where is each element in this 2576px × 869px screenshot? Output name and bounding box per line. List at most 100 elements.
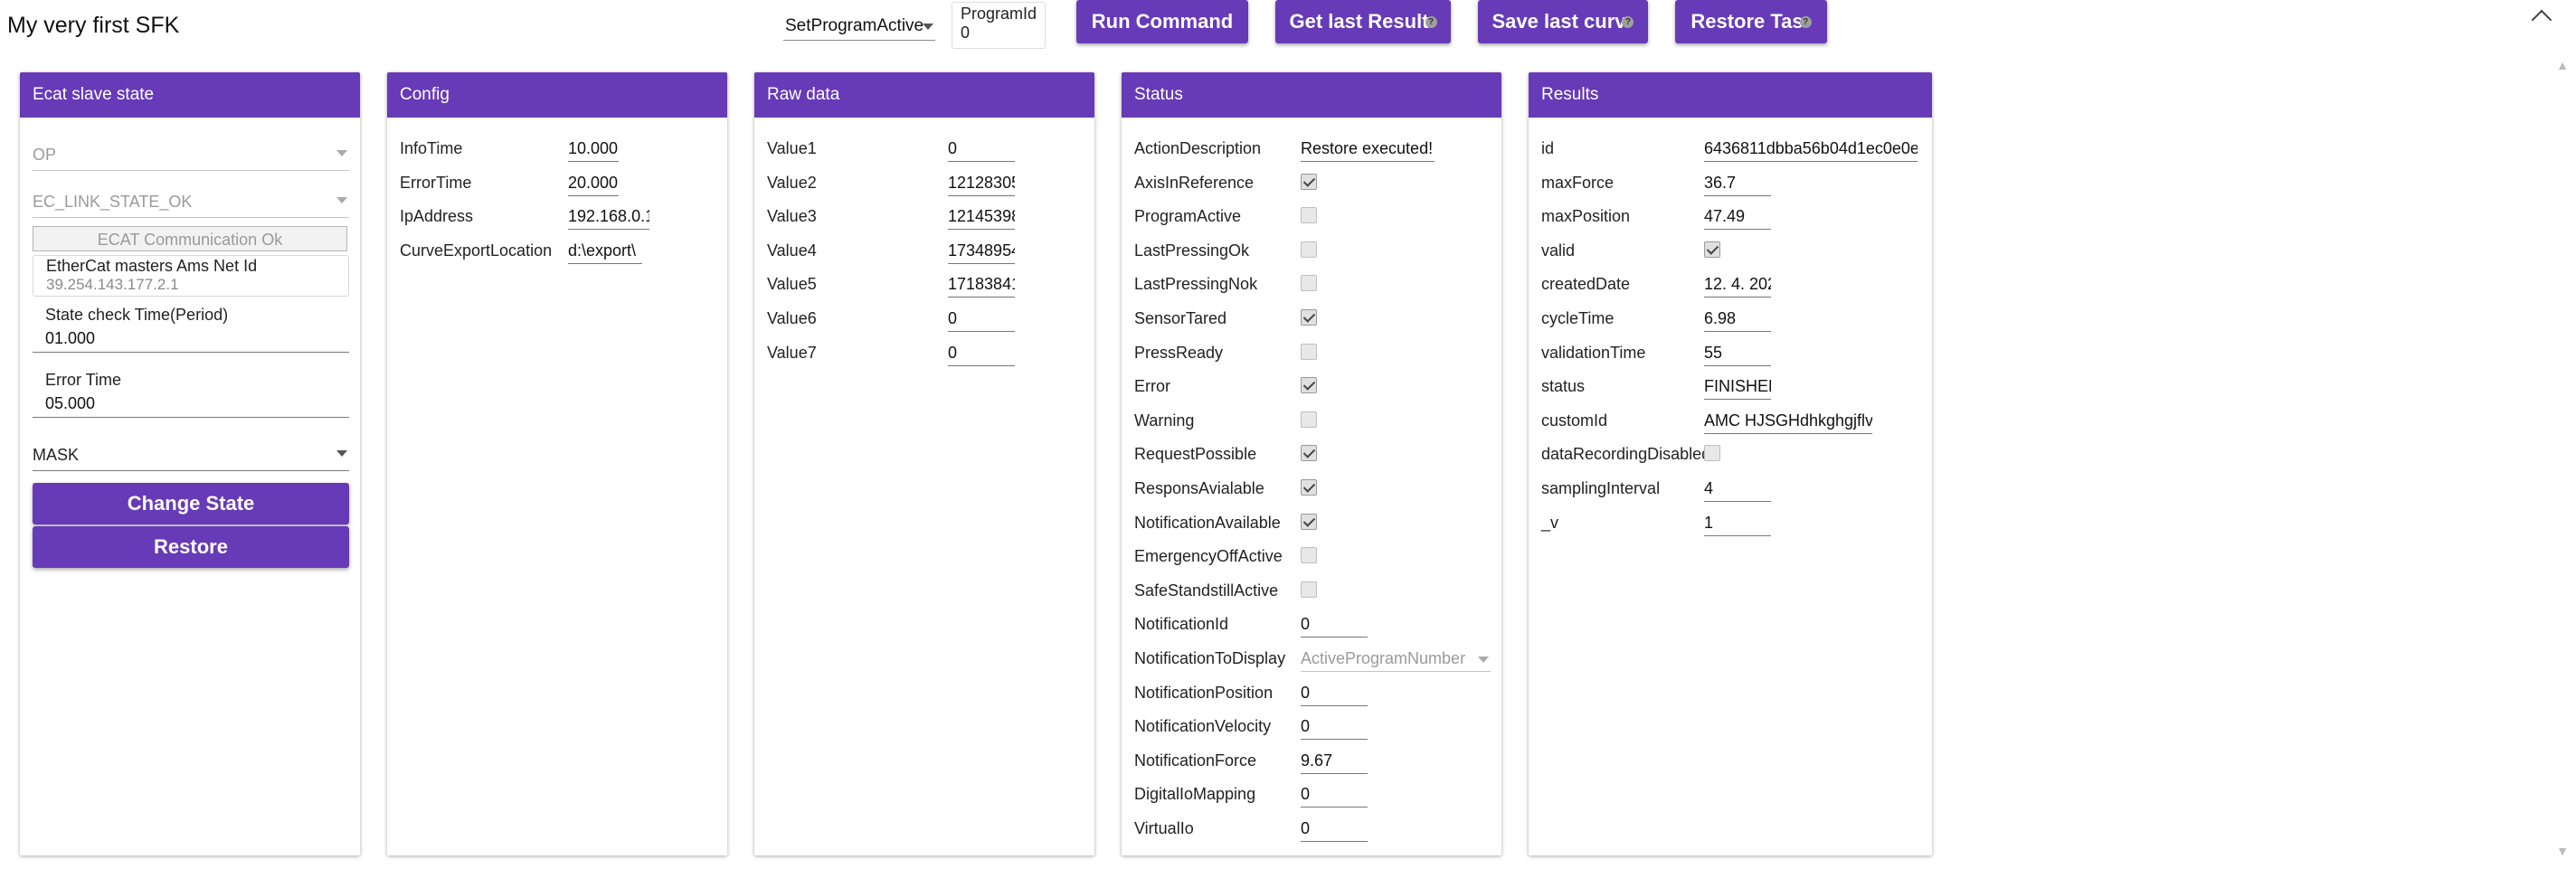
app-title: My very first SFK: [7, 13, 180, 38]
config-row-value[interactable]: 20.000: [568, 170, 619, 196]
raw-row-value[interactable]: 1214539883: [948, 203, 1015, 231]
raw-row-key: Value7: [767, 343, 817, 362]
raw-row: Value3 1214539883: [754, 200, 1094, 232]
error-time-value: 05.000: [33, 390, 349, 418]
ecat-link-select[interactable]: EC_LINK_STATE_OK: [33, 186, 349, 218]
config-card-title: Config: [387, 72, 727, 118]
results-row-value[interactable]: 4: [1704, 476, 1771, 502]
config-row-value[interactable]: 192.168.0.1: [568, 203, 649, 231]
raw-row-value[interactable]: 0: [948, 340, 1015, 366]
status-row-checkbox[interactable]: [1301, 343, 1317, 360]
help-badge-icon: ?: [1425, 15, 1437, 28]
results-row-value[interactable]: 6436811dbba56b04d1ec0e0e: [1704, 136, 1918, 162]
save-last-curve-button[interactable]: Save last curv ?: [1478, 0, 1648, 43]
error-time-label: Error Time: [45, 371, 122, 389]
restore-task-button[interactable]: Restore Tas ?: [1675, 0, 1827, 43]
status-row-value[interactable]: 0: [1301, 680, 1368, 706]
ecat-state-select[interactable]: OP: [33, 139, 349, 171]
config-row-key: InfoTime: [400, 139, 463, 157]
scroll-down-icon[interactable]: ▼: [2554, 844, 2571, 864]
results-row-key: validationTime: [1541, 343, 1646, 362]
results-row-checkbox[interactable]: [1704, 445, 1720, 462]
raw-row-value[interactable]: 1718384128: [948, 271, 1015, 298]
status-row-key: ResponsAvialable: [1134, 479, 1264, 497]
get-last-result-button[interactable]: Get last Result ?: [1275, 0, 1451, 43]
config-row-value[interactable]: d:\export\: [568, 238, 642, 264]
status-row-checkbox[interactable]: [1301, 411, 1317, 428]
run-command-button[interactable]: Run Command: [1076, 0, 1248, 43]
status-row-checkbox[interactable]: [1301, 479, 1317, 496]
status-row-checkbox[interactable]: [1301, 207, 1317, 224]
ecat-link-value: EC_LINK_STATE_OK: [33, 193, 193, 211]
mask-select-value: MASK: [33, 446, 80, 464]
results-row: status FINISHED: [1529, 370, 1932, 402]
ecat-communication-button[interactable]: ECAT Communication Ok: [33, 226, 347, 251]
chevron-up-icon[interactable]: [2531, 9, 2552, 31]
status-row-value[interactable]: 0: [1301, 816, 1368, 842]
scroll-up-icon[interactable]: ▲: [2554, 58, 2571, 78]
command-select[interactable]: SetProgramActive: [783, 13, 935, 41]
results-row-value[interactable]: FINISHED: [1704, 373, 1771, 401]
raw-row-value[interactable]: 0: [948, 136, 1015, 162]
results-row: id 6436811dbba56b04d1ec0e0e: [1529, 132, 1932, 165]
config-row: ErrorTime 20.000: [387, 166, 727, 199]
results-row-value[interactable]: 55: [1704, 340, 1771, 366]
mask-select[interactable]: MASK: [33, 439, 349, 471]
status-row-checkbox[interactable]: [1301, 275, 1317, 292]
restore-button[interactable]: Restore: [33, 526, 349, 568]
status-row: Warning: [1122, 404, 1501, 437]
results-row-value[interactable]: 12. 4. 2023: [1704, 271, 1771, 298]
restore-label: Restore: [154, 535, 228, 558]
status-row-checkbox[interactable]: [1301, 581, 1317, 598]
status-row-select[interactable]: ActiveProgramNumber: [1301, 646, 1491, 672]
results-row-value[interactable]: AMC HJSGHdhkghgjflv: [1704, 408, 1872, 434]
state-check-time-label: State check Time(Period): [45, 306, 229, 324]
raw-row-key: Value6: [767, 309, 817, 327]
results-row-key: id: [1541, 139, 1555, 157]
run-command-label: Run Command: [1091, 10, 1234, 33]
status-row-checkbox[interactable]: [1301, 445, 1317, 462]
results-row-value[interactable]: 47.49: [1704, 203, 1771, 231]
raw-row-value[interactable]: 0: [948, 306, 1015, 332]
ams-net-id-field[interactable]: EtherCat masters Ams Net Id 39.254.143.1…: [33, 255, 349, 297]
restore-task-label: Restore Tas: [1690, 10, 1804, 33]
raw-row-value[interactable]: 1734895466: [948, 238, 1015, 264]
status-row-value[interactable]: 0: [1301, 713, 1368, 741]
ecat-slave-state-card: Ecat slave state OP EC_LINK_STATE_OK ECA…: [20, 72, 360, 855]
status-row-checkbox[interactable]: [1301, 173, 1317, 190]
status-row-value[interactable]: Restore executed!: [1301, 136, 1435, 162]
error-time-field[interactable]: Error Time 05.000: [33, 371, 349, 418]
state-check-time-field[interactable]: State check Time(Period) 01.000: [33, 306, 349, 353]
results-row-value[interactable]: 6.98: [1704, 306, 1771, 332]
config-row-key: CurveExportLocation: [400, 241, 553, 260]
results-row-checkbox[interactable]: [1704, 241, 1720, 258]
program-id-field[interactable]: ProgramId 0: [952, 2, 1046, 49]
status-row-checkbox[interactable]: [1301, 241, 1317, 258]
status-row: ActionDescription Restore executed!: [1122, 132, 1501, 165]
status-row-key: VirtualIo: [1134, 819, 1194, 837]
config-row-key: ErrorTime: [400, 173, 472, 192]
config-row-value[interactable]: 10.000: [568, 136, 619, 162]
results-row-key: valid: [1541, 241, 1576, 260]
status-row-key: LastPressingOk: [1134, 241, 1250, 260]
status-row-checkbox[interactable]: [1301, 547, 1317, 564]
status-row: LastPressingOk: [1122, 234, 1501, 267]
results-row-key: maxForce: [1541, 173, 1615, 192]
ecat-card-title: Ecat slave state: [20, 72, 360, 118]
status-row-key: NotificationToDisplay: [1134, 649, 1286, 667]
change-state-button[interactable]: Change State: [33, 483, 349, 524]
raw-row-value[interactable]: 1212830535: [948, 170, 1015, 196]
status-row-key: DigitalIoMapping: [1134, 785, 1256, 804]
status-row-checkbox[interactable]: [1301, 513, 1317, 530]
results-row-value[interactable]: 1: [1704, 510, 1771, 536]
status-row-value[interactable]: 9.67: [1301, 748, 1368, 774]
status-row-checkbox[interactable]: [1301, 377, 1317, 394]
config-row: IpAddress 192.168.0.1: [387, 200, 727, 232]
status-row-checkbox[interactable]: [1301, 309, 1317, 326]
status-row-value[interactable]: 0: [1301, 611, 1368, 638]
program-id-value: 0: [961, 24, 971, 42]
status-row: ProgramActive: [1122, 200, 1501, 232]
status-row-value[interactable]: 0: [1301, 781, 1368, 808]
results-row-value[interactable]: 36.7: [1704, 170, 1771, 196]
status-row-key: NotificationVelocity: [1134, 717, 1272, 736]
